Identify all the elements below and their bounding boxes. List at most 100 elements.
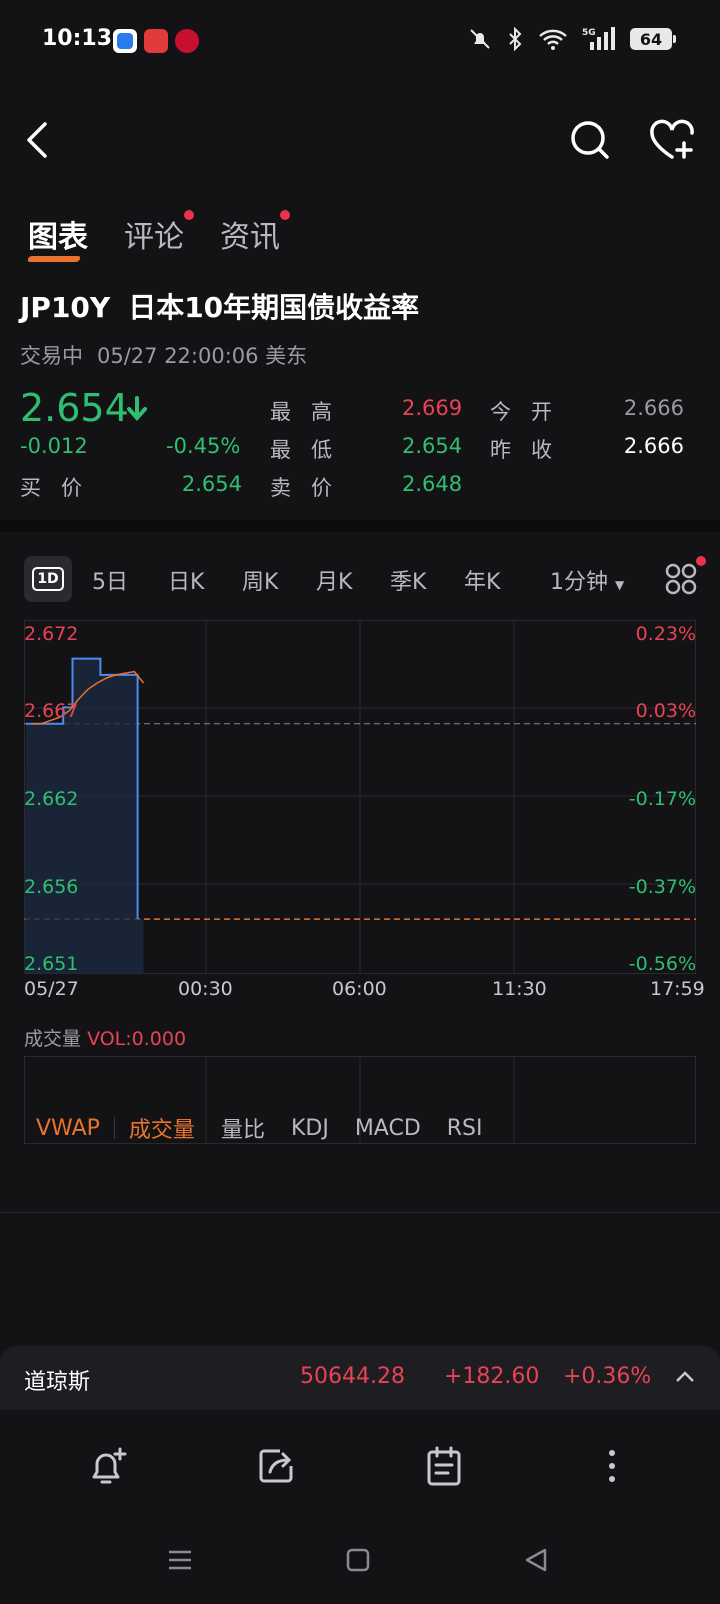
notes-button[interactable] — [420, 1442, 468, 1490]
index-ticker[interactable]: 道琼斯 50644.28 +182.60 +0.36% — [0, 1346, 720, 1410]
y-tick-left: 2.672 — [24, 623, 79, 645]
period-quarter-k[interactable]: 季K — [390, 564, 426, 596]
period-selector: 1D 5日 日K 周K 月K 季K 年K 1分钟 ▼ — [24, 556, 706, 602]
trade-status: 交易中 — [20, 344, 83, 368]
indicator-macd[interactable]: MACD — [355, 1116, 421, 1141]
price-chart[interactable] — [24, 620, 696, 978]
indicator-kdj[interactable]: KDJ — [291, 1116, 329, 1141]
price-change: -0.012 — [20, 434, 88, 458]
status-bar: 10:13 5G 64 — [0, 0, 720, 84]
heart-plus-icon — [650, 119, 694, 159]
back-button[interactable] — [10, 112, 66, 168]
ask-label: 卖价 — [270, 476, 352, 500]
ticker-change: +182.60 — [444, 1364, 540, 1389]
svg-text:5G: 5G — [582, 28, 596, 38]
ask-value: 2.648 — [402, 472, 463, 496]
last-price: 2.654 — [20, 386, 129, 430]
search-icon — [571, 121, 609, 159]
mute-bell-icon — [470, 29, 490, 49]
ticker-name: 道琼斯 — [24, 1370, 91, 1395]
notification-dot — [184, 210, 194, 220]
period-month-k[interactable]: 月K — [316, 564, 352, 596]
volume-label: 成交量 VOL:0.000 — [24, 1028, 187, 1050]
bid-label: 买价 — [20, 476, 102, 500]
nav-home-button[interactable] — [342, 1544, 374, 1576]
period-minute-dropdown[interactable]: 1分钟 ▼ — [550, 564, 624, 596]
triangle-back-icon — [525, 1548, 547, 1572]
content-tabs: 图表 评论 资讯 — [28, 210, 290, 256]
instrument-code: JP10Y — [20, 291, 111, 324]
x-tick: 06:00 — [332, 978, 387, 1000]
high-value: 2.669 — [402, 396, 463, 420]
price-change-pct: -0.45% — [166, 434, 241, 458]
chevron-left-icon — [27, 122, 47, 158]
notepad-icon — [427, 1446, 461, 1486]
section-divider — [0, 1212, 720, 1213]
x-tick: 05/27 — [24, 978, 79, 1000]
prev-close-label: 昨收 — [490, 438, 572, 462]
bell-plus-icon — [92, 1447, 127, 1484]
tab-chart[interactable]: 图表 — [28, 212, 88, 256]
high-label: 最高 — [270, 400, 352, 424]
indicator-vwap[interactable]: VWAP — [36, 1116, 100, 1141]
battery-indicator: 64 — [630, 28, 676, 50]
period-year-k[interactable]: 年K — [464, 564, 500, 596]
bid-value: 2.654 — [181, 472, 242, 496]
bank-app-icon — [175, 29, 199, 53]
y-tick-right: -0.37% — [628, 876, 696, 898]
system-nav-bar — [0, 1530, 720, 1590]
open-label: 今开 — [490, 400, 572, 424]
ticker-price: 50644.28 — [300, 1364, 405, 1389]
trade-status-line: 交易中 05/27 22:00:06 美东 — [20, 340, 321, 370]
app-notification-icon — [113, 29, 137, 53]
x-tick: 11:30 — [492, 978, 547, 1000]
indicator-tabs: VWAP 成交量 量比 KDJ MACD RSI — [36, 1112, 483, 1144]
y-tick-right: 0.23% — [635, 623, 696, 645]
y-tick-left: 2.662 — [24, 788, 79, 810]
tab-news[interactable]: 资讯 — [220, 210, 290, 256]
quote-datetime: 05/27 22:00:06 美东 — [97, 344, 308, 368]
news-app-icon — [144, 29, 168, 53]
more-button[interactable] — [588, 1442, 636, 1490]
x-tick: 00:30 — [178, 978, 233, 1000]
y-tick-left: 2.651 — [24, 953, 79, 975]
share-icon — [259, 1449, 293, 1483]
indicator-volume[interactable]: 成交量 — [129, 1112, 195, 1144]
x-tick: 17:59 — [650, 978, 705, 1000]
nav-menu-button[interactable] — [164, 1544, 196, 1576]
grid-icon — [665, 563, 697, 595]
search-button[interactable] — [562, 112, 618, 168]
y-tick-left: 2.667 — [24, 700, 79, 722]
ticker-change-pct: +0.36% — [563, 1364, 652, 1389]
volume-value: VOL:0.000 — [87, 1028, 187, 1050]
instrument-name: 日本10年期国债收益率 — [128, 291, 420, 324]
period-week-k[interactable]: 周K — [242, 564, 278, 596]
section-divider — [0, 520, 720, 532]
status-time: 10:13 — [42, 26, 113, 51]
y-tick-right: 0.03% — [635, 700, 696, 722]
more-vertical-icon — [609, 1450, 615, 1482]
y-tick-right: -0.17% — [628, 788, 696, 810]
price-alert-button[interactable] — [84, 1442, 132, 1490]
period-5d[interactable]: 5日 — [92, 564, 128, 596]
bluetooth-icon — [509, 27, 522, 51]
add-watchlist-button[interactable] — [644, 112, 700, 168]
indicator-rsi[interactable]: RSI — [447, 1116, 483, 1141]
chevron-up-icon — [676, 1371, 694, 1382]
prev-close-value: 2.666 — [623, 434, 684, 458]
indicator-volume-ratio[interactable]: 量比 — [221, 1112, 265, 1144]
chart-settings-button[interactable] — [664, 556, 706, 600]
action-bar — [0, 1410, 720, 1520]
period-day-k[interactable]: 日K — [168, 564, 204, 596]
arrow-down-icon — [127, 396, 147, 422]
price-chart-svg — [24, 620, 696, 974]
notification-dot — [280, 210, 290, 220]
y-tick-left: 2.656 — [24, 876, 79, 898]
wifi-icon — [539, 29, 567, 50]
notification-dot — [696, 556, 706, 566]
period-1d[interactable]: 1D — [24, 556, 72, 602]
nav-back-button[interactable] — [520, 1544, 552, 1576]
low-value: 2.654 — [402, 434, 463, 458]
share-button[interactable] — [252, 1442, 300, 1490]
tab-comments[interactable]: 评论 — [124, 210, 194, 256]
